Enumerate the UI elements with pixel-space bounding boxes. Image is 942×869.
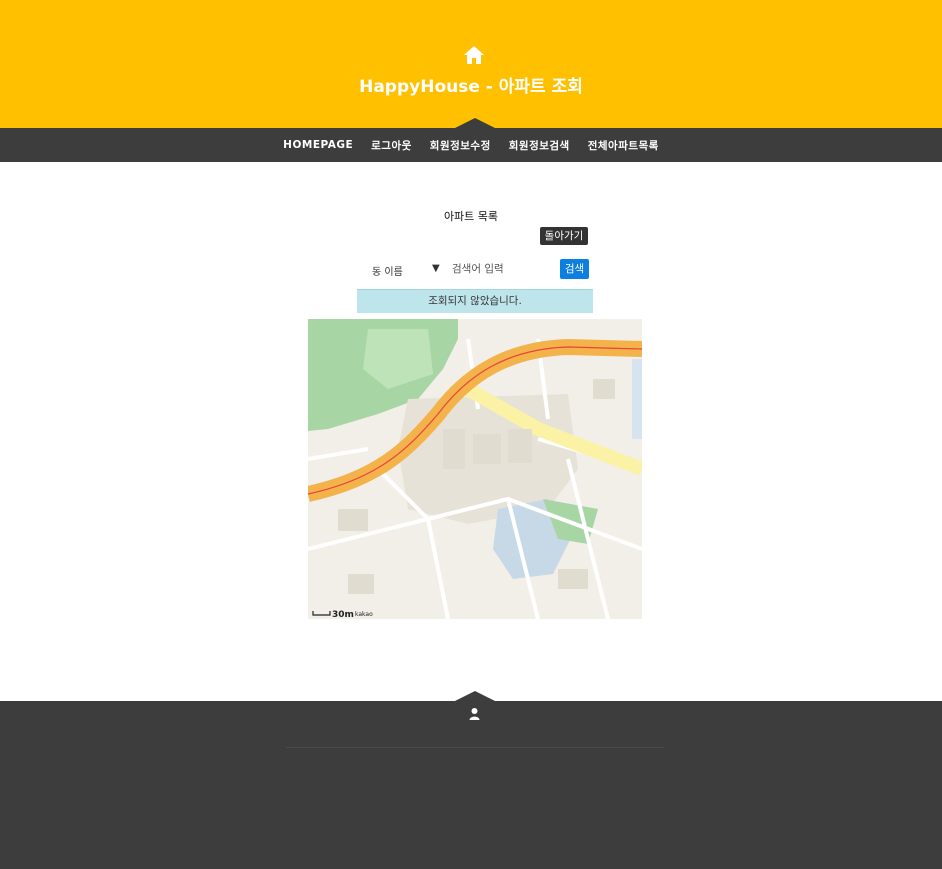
site-title: HappyHouse - 아파트 조회 [359,77,583,97]
footer-notch [455,691,495,701]
site-footer [0,691,942,869]
map-logo: kakao [355,611,373,618]
nav-notch [455,118,495,128]
nav-item-search-members[interactable]: 회원정보검색 [509,138,570,153]
page-title: 아파트 목록 [443,210,499,223]
nav-items: HOMEPAGE 로그아웃 회원정보수정 회원정보검색 전체아파트목록 [0,128,942,162]
back-button[interactable]: 돌아가기 [540,227,588,245]
map-canvas[interactable]: 30m kakao [308,319,642,619]
no-results-alert: 조회되지 않았습니다. [357,289,593,313]
search-type-value: 동 이름 [372,267,403,278]
user-icon [469,708,480,720]
search-input[interactable] [452,261,556,277]
main-nav: HOMEPAGE 로그아웃 회원정보수정 회원정보검색 전체아파트목록 [0,118,942,162]
home-icon[interactable] [463,45,485,65]
search-button[interactable]: 검색 [560,259,589,279]
nav-item-edit-profile[interactable]: 회원정보수정 [430,138,491,153]
map[interactable]: 30m kakao [308,319,642,619]
nav-item-logout[interactable]: 로그아웃 [371,138,412,153]
nav-item-homepage[interactable]: HOMEPAGE [283,139,353,151]
site-header: HappyHouse - 아파트 조회 [0,0,942,128]
nav-item-all-apartments[interactable]: 전체아파트목록 [588,138,659,153]
map-scale-label: 30m [332,610,354,619]
chevron-down-icon[interactable]: ▼ [432,263,440,274]
footer-divider [286,747,664,748]
